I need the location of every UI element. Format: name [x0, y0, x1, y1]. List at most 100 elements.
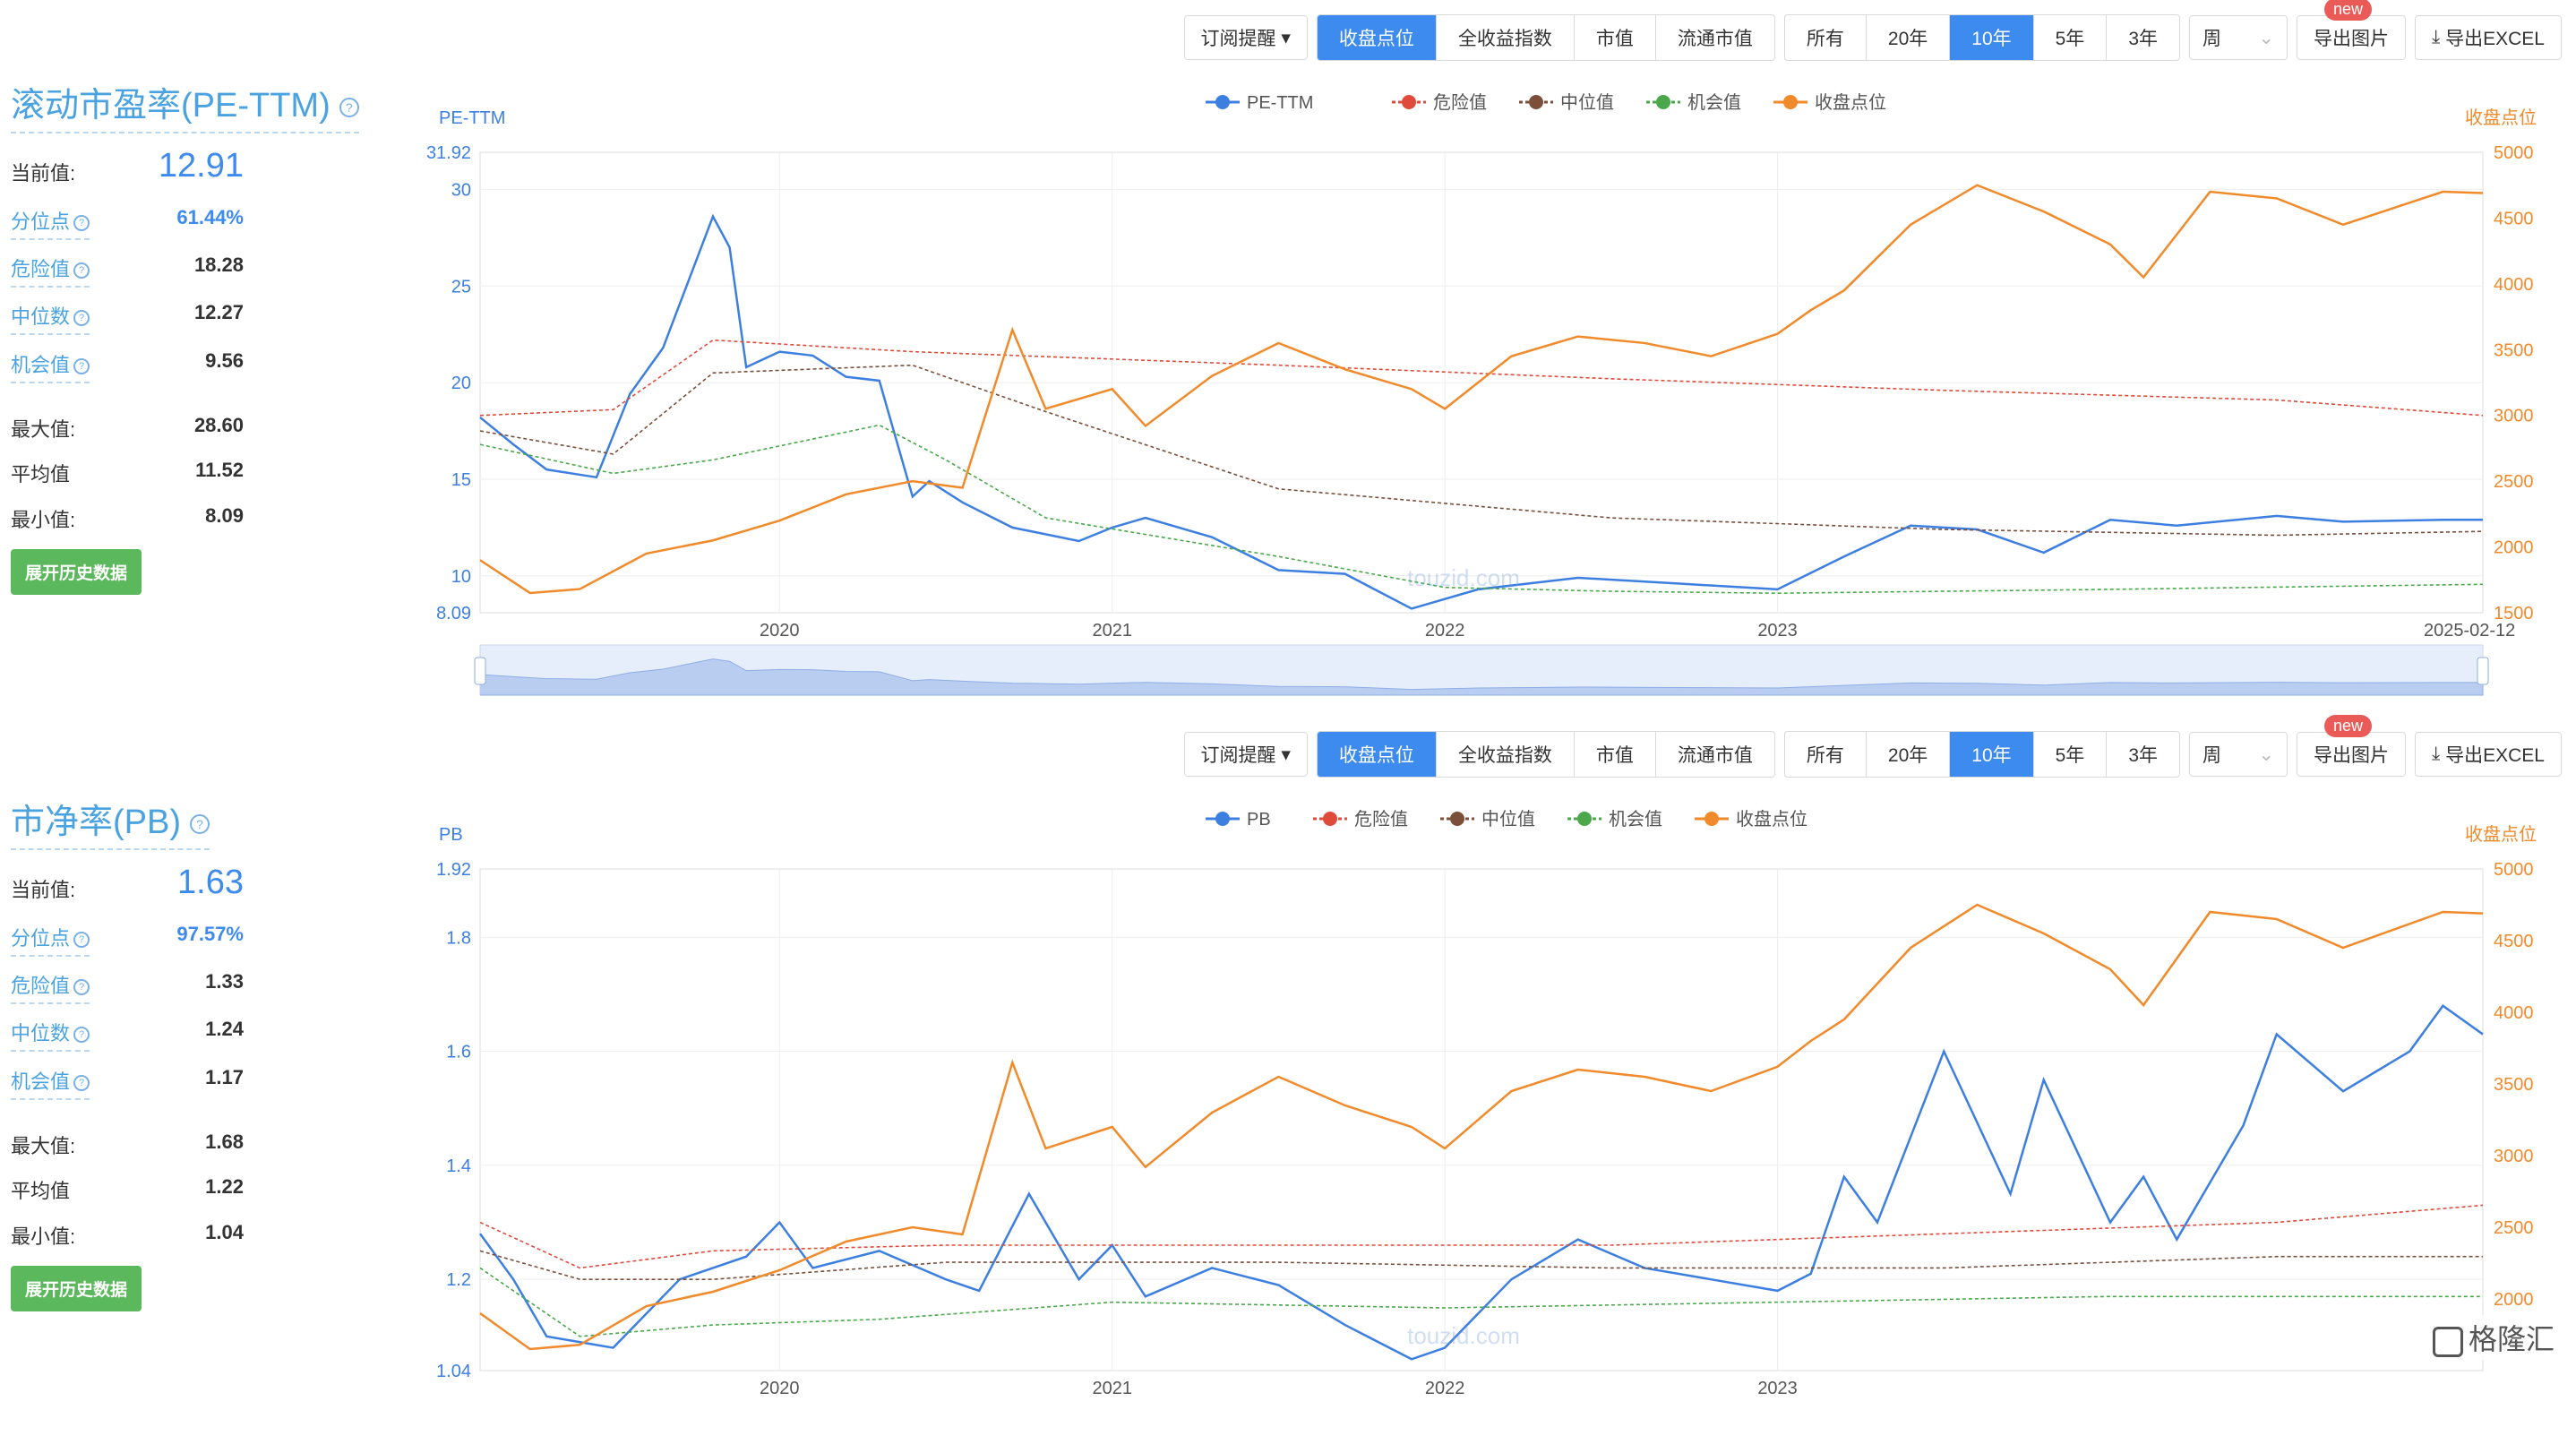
corner-watermark-text: 格隆汇 — [2468, 1323, 2555, 1355]
y-tick-label: 20 — [451, 374, 471, 393]
pe-panel: 订阅提醒 ▾ 收盘点位 全收益指数 市值 流通市值 所有 20年 10年 5年 … — [0, 0, 2576, 717]
danger-label[interactable]: 危险值? — [11, 970, 90, 1004]
help-icon[interactable]: ? — [73, 358, 90, 375]
legend-marker — [1529, 95, 1543, 109]
y2-tick-label: 4000 — [2494, 1003, 2534, 1023]
plot-frame — [479, 868, 2484, 1371]
max-value: 28.60 — [193, 414, 244, 436]
help-icon[interactable]: ? — [73, 262, 90, 279]
period-select[interactable]: 周 ⌄ — [2189, 732, 2288, 777]
legend-item: PE-TTM — [1206, 93, 1313, 113]
tab-close-price[interactable]: 收盘点位 — [1317, 15, 1437, 60]
export-excel-button[interactable]: ⤓ 导出EXCEL — [2415, 15, 2562, 60]
help-icon[interactable]: ? — [73, 1027, 90, 1044]
range-10y[interactable]: 10年 — [1950, 732, 2034, 777]
expand-history-button[interactable]: 展开历史数据 — [11, 1266, 142, 1311]
x-tick-label: 2025-02-12 — [2424, 621, 2515, 641]
percentile-label[interactable]: 分位点? — [11, 206, 90, 240]
legend-item: PB — [1206, 810, 1271, 830]
chance-value: 9.56 — [205, 349, 244, 372]
legend-label: PE-TTM — [1247, 93, 1313, 113]
y-axis-label: PB — [439, 825, 463, 845]
period-select[interactable]: 周 ⌄ — [2189, 15, 2288, 60]
range-5y[interactable]: 5年 — [2034, 15, 2108, 60]
chart-watermark: touzid.com — [1407, 564, 1520, 591]
legend-item: 机会值 — [1567, 809, 1662, 830]
subscribe-dropdown[interactable]: 订阅提醒 ▾ — [1183, 15, 1308, 60]
legend-marker — [1215, 812, 1230, 826]
tab-close-price[interactable]: 收盘点位 — [1317, 732, 1437, 777]
y-tick-label: 1.92 — [436, 860, 471, 880]
help-icon[interactable]: ? — [73, 932, 90, 949]
range-all[interactable]: 所有 — [1785, 15, 1867, 60]
export-image-button[interactable]: new 导出图片 — [2297, 0, 2406, 60]
subscribe-dropdown[interactable]: 订阅提醒 ▾ — [1183, 732, 1308, 777]
y2-tick-label: 3500 — [2494, 1075, 2534, 1095]
pb-stats: 市净率(PB)? 当前值: 1.63 分位点? 97.57% 危险值? 1.33 中位… — [11, 794, 369, 1311]
y-tick-label: 8.09 — [436, 604, 471, 623]
current-value: 1.63 — [177, 864, 244, 901]
legend-item: 危险值 — [1313, 809, 1408, 830]
expand-history-button[interactable]: 展开历史数据 — [11, 549, 142, 595]
min-value: 8.09 — [205, 504, 244, 527]
measure-tabs: 收盘点位 全收益指数 市值 流通市值 — [1316, 14, 1775, 61]
tab-market-cap[interactable]: 市值 — [1575, 15, 1656, 60]
help-icon[interactable]: ? — [339, 97, 359, 117]
min-label: 最小值: — [11, 509, 76, 531]
pe-toolbar: 订阅提醒 ▾ 收盘点位 全收益指数 市值 流通市值 所有 20年 10年 5年 … — [1183, 0, 2562, 61]
pe-chart: 31.92 30 25 20 15 10 8.09 5000 4500 4000 3500 3000 2… — [426, 92, 2537, 696]
y-tick-label: 1.04 — [436, 1362, 471, 1381]
chance-label[interactable]: 机会值? — [11, 349, 90, 383]
percentile-label[interactable]: 分位点? — [11, 923, 90, 957]
tab-float-cap[interactable]: 流通市值 — [1656, 15, 1774, 60]
x-tick-label: 2023 — [1757, 1379, 1798, 1398]
pe-stats: 滚动市盈率(PE-TTM)? 当前值: 12.91 分位点? 61.44% 危险值?… — [11, 77, 369, 595]
median-label[interactable]: 中位数? — [11, 1018, 90, 1052]
range-20y[interactable]: 20年 — [1867, 732, 1951, 777]
new-badge: new — [2324, 715, 2373, 737]
help-icon[interactable]: ? — [73, 310, 90, 327]
y2-tick-label: 2500 — [2494, 472, 2534, 492]
range-3y[interactable]: 3年 — [2107, 15, 2179, 60]
y2-tick-label: 4500 — [2494, 932, 2534, 951]
legend-label: 机会值 — [1687, 92, 1741, 113]
export-image-label: 导出图片 — [2314, 29, 2389, 49]
median-label[interactable]: 中位数? — [11, 301, 90, 335]
chance-label[interactable]: 机会值? — [11, 1066, 90, 1100]
tab-total-return[interactable]: 全收益指数 — [1437, 732, 1575, 777]
legend-item: 收盘点位 — [1695, 809, 1807, 830]
download-icon: ⤓ — [2432, 744, 2446, 764]
help-icon[interactable]: ? — [190, 813, 210, 834]
export-image-label: 导出图片 — [2314, 745, 2389, 766]
danger-label[interactable]: 危险值? — [11, 254, 90, 288]
pb-panel: 订阅提醒 ▾ 收盘点位 全收益指数 市值 流通市值 所有 20年 10年 5年 … — [0, 715, 2576, 1398]
y-tick-label: 1.6 — [446, 1043, 471, 1062]
tab-market-cap[interactable]: 市值 — [1575, 732, 1656, 777]
danger-value: 18.28 — [193, 254, 244, 276]
help-icon[interactable]: ? — [73, 1075, 90, 1092]
download-icon: ⤓ — [2432, 27, 2446, 47]
x-tick-label: 2022 — [1425, 621, 1465, 641]
range-20y[interactable]: 20年 — [1867, 15, 1951, 60]
x-tick-label: 2022 — [1425, 1379, 1465, 1398]
range-3y[interactable]: 3年 — [2107, 732, 2179, 777]
y2-tick-label: 4500 — [2494, 209, 2534, 228]
avg-label: 平均值 — [11, 1180, 71, 1202]
range-10y[interactable]: 10年 — [1950, 15, 2034, 60]
y2-tick-label: 5000 — [2494, 860, 2534, 880]
export-image-button[interactable]: new 导出图片 — [2297, 715, 2406, 777]
range-5y[interactable]: 5年 — [2034, 732, 2108, 777]
legend-marker — [1402, 95, 1416, 109]
tab-float-cap[interactable]: 流通市值 — [1656, 732, 1774, 777]
export-excel-button[interactable]: ⤓ 导出EXCEL — [2415, 732, 2562, 777]
legend-item: 中位值 — [1440, 809, 1535, 830]
range-all[interactable]: 所有 — [1785, 732, 1867, 777]
y-axis-label: PE-TTM — [439, 108, 505, 128]
export-excel-label: 导出EXCEL — [2445, 29, 2545, 49]
help-icon[interactable]: ? — [73, 979, 90, 996]
tab-total-return[interactable]: 全收益指数 — [1437, 15, 1575, 60]
chart-watermark: touzid.com — [1407, 1322, 1520, 1349]
help-icon[interactable]: ? — [73, 215, 90, 232]
current-label: 当前值: — [11, 879, 76, 901]
legend-marker — [1783, 95, 1798, 109]
